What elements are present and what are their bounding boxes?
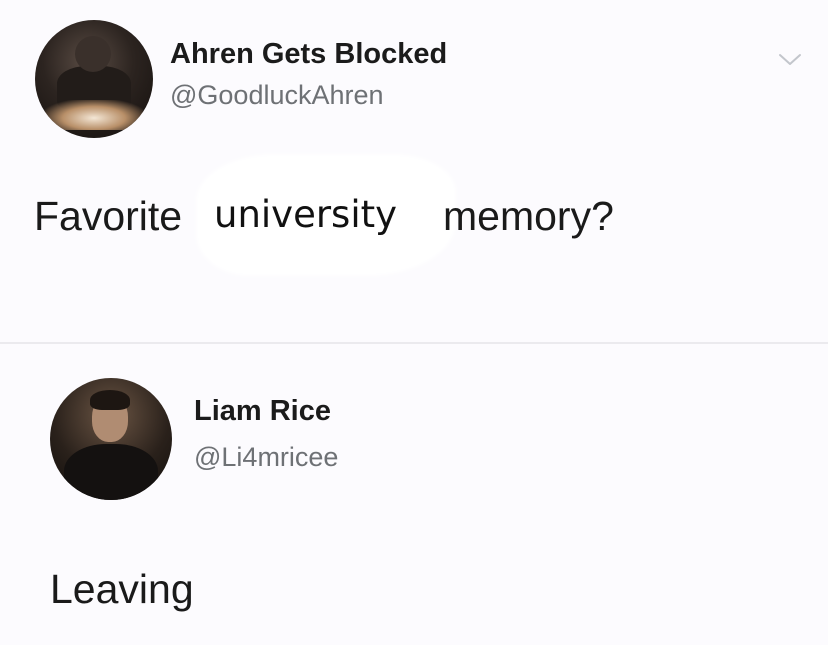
avatar[interactable] [50,378,172,500]
display-name[interactable]: Liam Rice [194,395,331,428]
avatar-figure-hair [90,390,130,410]
user-handle[interactable]: @Li4mricee [194,442,338,473]
avatar-figure-body [64,444,158,500]
tweet-text: Leaving [50,566,194,612]
tweet-reply[interactable]: Liam Rice @Li4mricee Leaving [0,0,828,645]
